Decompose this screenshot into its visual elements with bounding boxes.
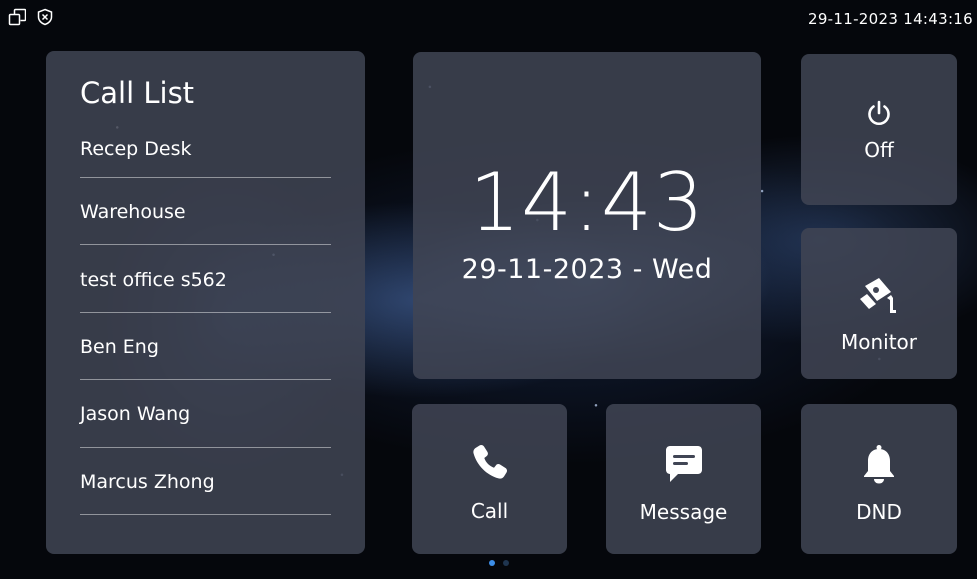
call-list-item-label: Jason Wang [80, 403, 191, 426]
off-label: Off [864, 138, 894, 162]
call-list-item[interactable]: Warehouse [80, 178, 331, 246]
message-button[interactable]: Message [606, 404, 761, 554]
call-list-item[interactable]: Marcus Zhong [80, 448, 331, 515]
power-icon [868, 100, 890, 125]
call-list: Recep Desk Warehouse test office s562 Be… [80, 119, 331, 515]
clock-time: 14:43 [469, 156, 705, 249]
call-list-item[interactable]: Recep Desk [80, 119, 331, 178]
status-bar-icons [8, 8, 54, 26]
call-list-item[interactable]: test office s562 [80, 245, 331, 313]
call-list-item-label: Recep Desk [80, 138, 192, 160]
call-list-item-label: test office s562 [80, 268, 227, 291]
call-list-item-label: Ben Eng [80, 335, 159, 358]
page-dot-1[interactable] [489, 560, 495, 566]
page-indicator [489, 560, 509, 566]
window-restore-icon [8, 8, 26, 26]
status-datetime: 29-11-2023 14:43:16 [807, 10, 973, 28]
clock-date: 29-11-2023 - Wed [461, 254, 713, 285]
camera-icon [860, 278, 896, 313]
dnd-button[interactable]: DND [801, 404, 957, 554]
call-list-panel: Call List Recep Desk Warehouse test offi… [46, 51, 365, 554]
off-button[interactable]: Off [801, 54, 957, 205]
message-label: Message [639, 500, 728, 524]
call-list-item[interactable]: Jason Wang [80, 380, 331, 448]
call-list-item-label: Warehouse [80, 201, 186, 224]
message-icon [665, 446, 702, 482]
phone-icon [472, 444, 507, 479]
dnd-label: DND [856, 500, 902, 524]
clock-panel: 14:43 29-11-2023 - Wed [413, 52, 761, 379]
call-button[interactable]: Call [412, 404, 567, 554]
call-list-item-label: Marcus Zhong [80, 470, 215, 493]
monitor-label: Monitor [840, 330, 918, 354]
call-label: Call [470, 499, 509, 523]
page-dot-2[interactable] [503, 560, 509, 566]
bell-icon [864, 445, 894, 484]
call-list-item[interactable]: Ben Eng [80, 313, 331, 381]
monitor-button[interactable]: Monitor [801, 228, 957, 379]
shield-x-icon [36, 8, 54, 26]
call-list-title: Call List [80, 76, 195, 110]
